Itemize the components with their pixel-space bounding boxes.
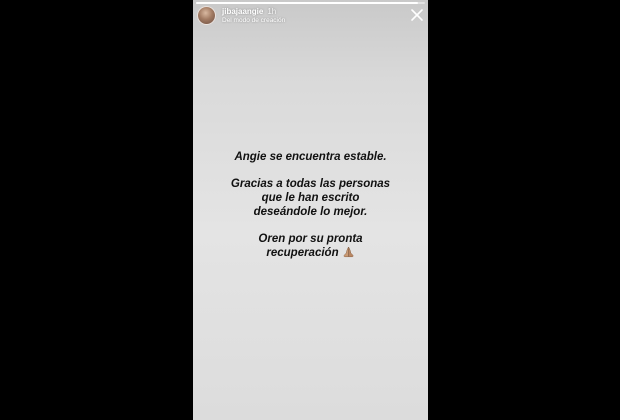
story-message: Angie se encuentra estable. Gracias a to… (193, 150, 428, 262)
story-header: jibajaangie 1h Del modo de creación (193, 6, 428, 30)
praying-hands-icon (342, 246, 355, 262)
story-subtitle: Del modo de creación (222, 17, 286, 24)
message-line-with-emoji: recuperación (193, 246, 428, 262)
avatar[interactable] (197, 6, 216, 25)
story-user-line: jibajaangie 1h (222, 7, 276, 16)
message-line: recuperación (266, 247, 339, 259)
close-icon[interactable] (410, 8, 424, 22)
message-line: Oren por su pronta (258, 233, 363, 245)
message-line: Angie se encuentra estable. (234, 151, 387, 163)
username[interactable]: jibajaangie (222, 7, 263, 16)
story-viewer[interactable]: jibajaangie 1h Del modo de creación Angie… (193, 0, 428, 420)
story-progress-fill (196, 2, 419, 4)
screen: jibajaangie 1h Del modo de creación Angie… (0, 0, 620, 420)
story-progress-bar (196, 2, 425, 4)
message-line: que le han escrito (261, 192, 360, 204)
post-time: 1h (267, 7, 277, 16)
message-line: Gracias a todas las personas (230, 178, 391, 190)
message-line: deseándole lo mejor. (253, 206, 368, 218)
